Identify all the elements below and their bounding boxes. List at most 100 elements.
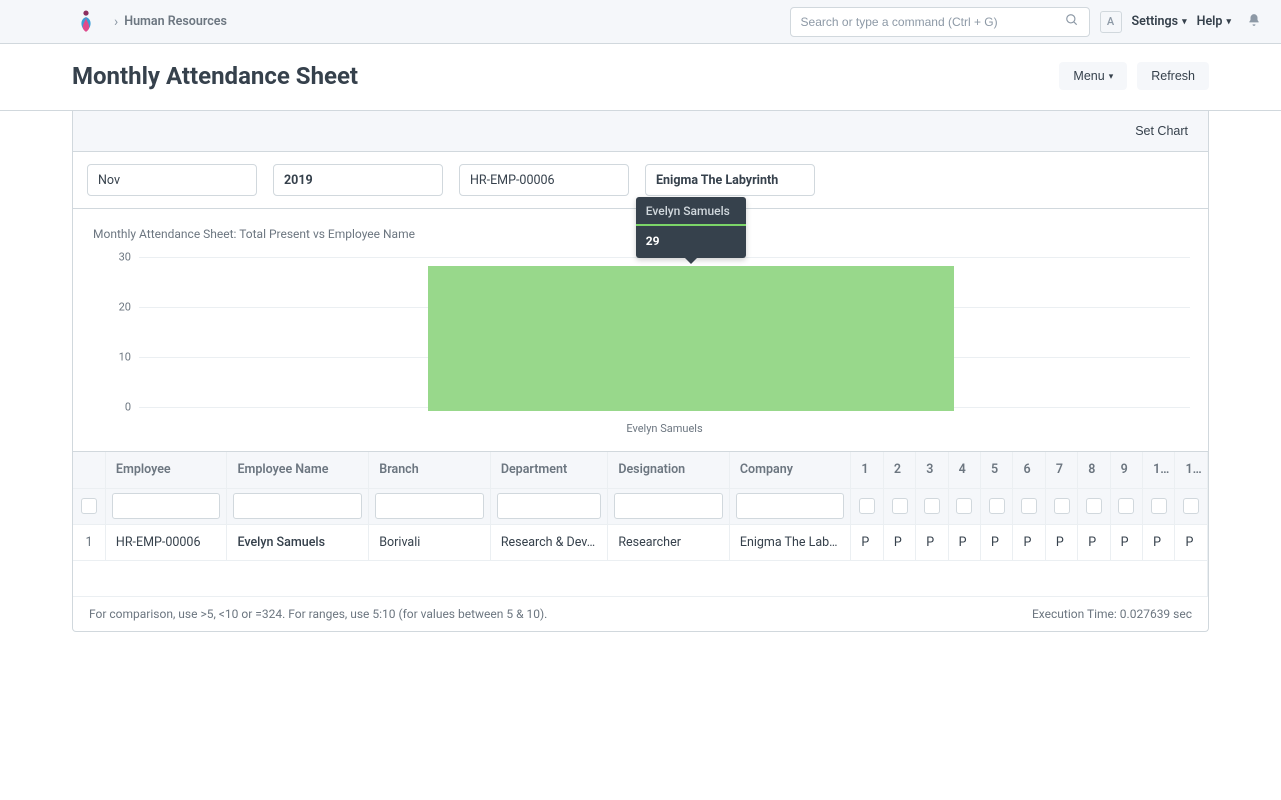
- filter-day-checkbox[interactable]: [956, 498, 972, 514]
- tooltip-label: Evelyn Samuels: [636, 197, 746, 226]
- filter-day-checkbox[interactable]: [1118, 498, 1134, 514]
- filter-employee[interactable]: [112, 493, 221, 519]
- col-day[interactable]: 4: [948, 452, 980, 488]
- filter-year[interactable]: 2019: [273, 164, 443, 196]
- global-search[interactable]: [790, 7, 1090, 37]
- header-row: Employee Employee Name Branch Department…: [73, 452, 1208, 488]
- cell-day: P: [1110, 524, 1142, 560]
- refresh-button[interactable]: Refresh: [1137, 62, 1209, 90]
- y-tick: 30: [103, 251, 131, 264]
- page-head: Monthly Attendance Sheet Menu ▾ Refresh: [0, 44, 1281, 111]
- set-chart-button[interactable]: Set Chart: [1125, 119, 1198, 143]
- filter-hint: For comparison, use >5, <10 or =324. For…: [89, 607, 547, 621]
- col-index[interactable]: [73, 452, 105, 488]
- cell-day: P: [851, 524, 883, 560]
- grid-footer: For comparison, use >5, <10 or =324. For…: [73, 597, 1208, 631]
- filter-company[interactable]: Enigma The Labyrinth: [645, 164, 815, 196]
- report-sheet: Set Chart Nov 2019 HR-EMP-00006 Enigma T…: [72, 111, 1209, 632]
- cell-day: P: [1013, 524, 1045, 560]
- col-day[interactable]: 3: [916, 452, 948, 488]
- filter-day-checkbox[interactable]: [859, 498, 875, 514]
- chevron-down-icon: ▾: [1182, 17, 1187, 27]
- filter-day-checkbox[interactable]: [1151, 498, 1167, 514]
- cell-day: P: [948, 524, 980, 560]
- filter-designation[interactable]: [614, 493, 723, 519]
- row-index: 1: [73, 524, 105, 560]
- filter-day-checkbox[interactable]: [1086, 498, 1102, 514]
- col-company[interactable]: Company: [729, 452, 851, 488]
- chart-y-axis: 30 20 10 0: [103, 251, 131, 411]
- search-input[interactable]: [801, 15, 1057, 29]
- tooltip-value: 29: [636, 226, 746, 258]
- filter-company[interactable]: [736, 493, 845, 519]
- search-icon: [1065, 13, 1079, 31]
- col-day[interactable]: 6: [1013, 452, 1045, 488]
- filter-day-checkbox[interactable]: [989, 498, 1005, 514]
- cell-day: P: [1175, 524, 1208, 560]
- cell-employee-name: Evelyn Samuels: [227, 524, 369, 560]
- execution-time: Execution Time: 0.027639 sec: [1032, 607, 1192, 621]
- bell-icon[interactable]: [1247, 13, 1261, 31]
- col-day[interactable]: 10: [1143, 452, 1175, 488]
- col-branch[interactable]: Branch: [369, 452, 491, 488]
- chart: Monthly Attendance Sheet: Total Present …: [73, 208, 1208, 451]
- cell-company: Enigma The Lab…: [729, 524, 851, 560]
- app-logo[interactable]: [72, 8, 100, 36]
- navbar: › Human Resources A Settings ▾ Help ▾: [0, 0, 1281, 44]
- cell-day: P: [1078, 524, 1110, 560]
- filter-day-checkbox[interactable]: [924, 498, 940, 514]
- page-title: Monthly Attendance Sheet: [72, 62, 358, 90]
- col-day[interactable]: 2: [883, 452, 915, 488]
- cell-department: Research & Dev…: [490, 524, 608, 560]
- chart-tooltip: Evelyn Samuels 29: [636, 197, 746, 258]
- col-employee-name[interactable]: Employee Name: [227, 452, 369, 488]
- menu-button[interactable]: Menu ▾: [1059, 62, 1127, 90]
- settings-label: Settings: [1132, 14, 1179, 29]
- chart-bar[interactable]: [428, 266, 954, 411]
- select-all-checkbox[interactable]: [81, 498, 97, 514]
- filter-branch[interactable]: [375, 493, 484, 519]
- cell-employee: HR-EMP-00006: [105, 524, 227, 560]
- cell-branch: Borivali: [369, 524, 491, 560]
- filter-day-checkbox[interactable]: [1054, 498, 1070, 514]
- chart-toolbar: Set Chart: [73, 111, 1208, 152]
- chevron-right-icon: ›: [114, 14, 118, 30]
- col-designation[interactable]: Designation: [608, 452, 730, 488]
- avatar[interactable]: A: [1100, 11, 1122, 33]
- col-day[interactable]: 7: [1045, 452, 1077, 488]
- y-tick: 10: [103, 351, 131, 364]
- menu-label: Menu: [1073, 69, 1104, 83]
- filter-day-checkbox[interactable]: [1183, 498, 1199, 514]
- filter-employee-name[interactable]: [233, 493, 362, 519]
- cell-day: P: [981, 524, 1013, 560]
- filter-day-checkbox[interactable]: [1021, 498, 1037, 514]
- cell-day: P: [1143, 524, 1175, 560]
- chart-x-label: Evelyn Samuels: [139, 422, 1190, 435]
- chart-plot-area: Evelyn Samuels 29: [139, 257, 1190, 411]
- cell-day: P: [883, 524, 915, 560]
- filter-department[interactable]: [497, 493, 602, 519]
- filter-day-checkbox[interactable]: [892, 498, 908, 514]
- help-menu[interactable]: Help ▾: [1197, 14, 1231, 29]
- col-employee[interactable]: Employee: [105, 452, 227, 488]
- filter-month[interactable]: Nov: [87, 164, 257, 196]
- col-day[interactable]: 5: [981, 452, 1013, 488]
- chevron-down-icon: ▾: [1226, 17, 1231, 27]
- cell-designation: Researcher: [608, 524, 730, 560]
- refresh-label: Refresh: [1151, 69, 1195, 83]
- cell-day: P: [916, 524, 948, 560]
- col-day[interactable]: 9: [1110, 452, 1142, 488]
- col-department[interactable]: Department: [490, 452, 608, 488]
- data-grid: Employee Employee Name Branch Department…: [73, 451, 1208, 597]
- col-day[interactable]: 11: [1175, 452, 1208, 488]
- y-tick: 20: [103, 301, 131, 314]
- col-day[interactable]: 1: [851, 452, 883, 488]
- breadcrumb-link[interactable]: Human Resources: [124, 14, 227, 29]
- settings-menu[interactable]: Settings ▾: [1132, 14, 1187, 29]
- table-row[interactable]: 1 HR-EMP-00006 Evelyn Samuels Borivali R…: [73, 524, 1208, 560]
- help-label: Help: [1197, 14, 1223, 29]
- filter-employee[interactable]: HR-EMP-00006: [459, 164, 629, 196]
- filter-row: [73, 488, 1208, 524]
- cell-day: P: [1045, 524, 1077, 560]
- col-day[interactable]: 8: [1078, 452, 1110, 488]
